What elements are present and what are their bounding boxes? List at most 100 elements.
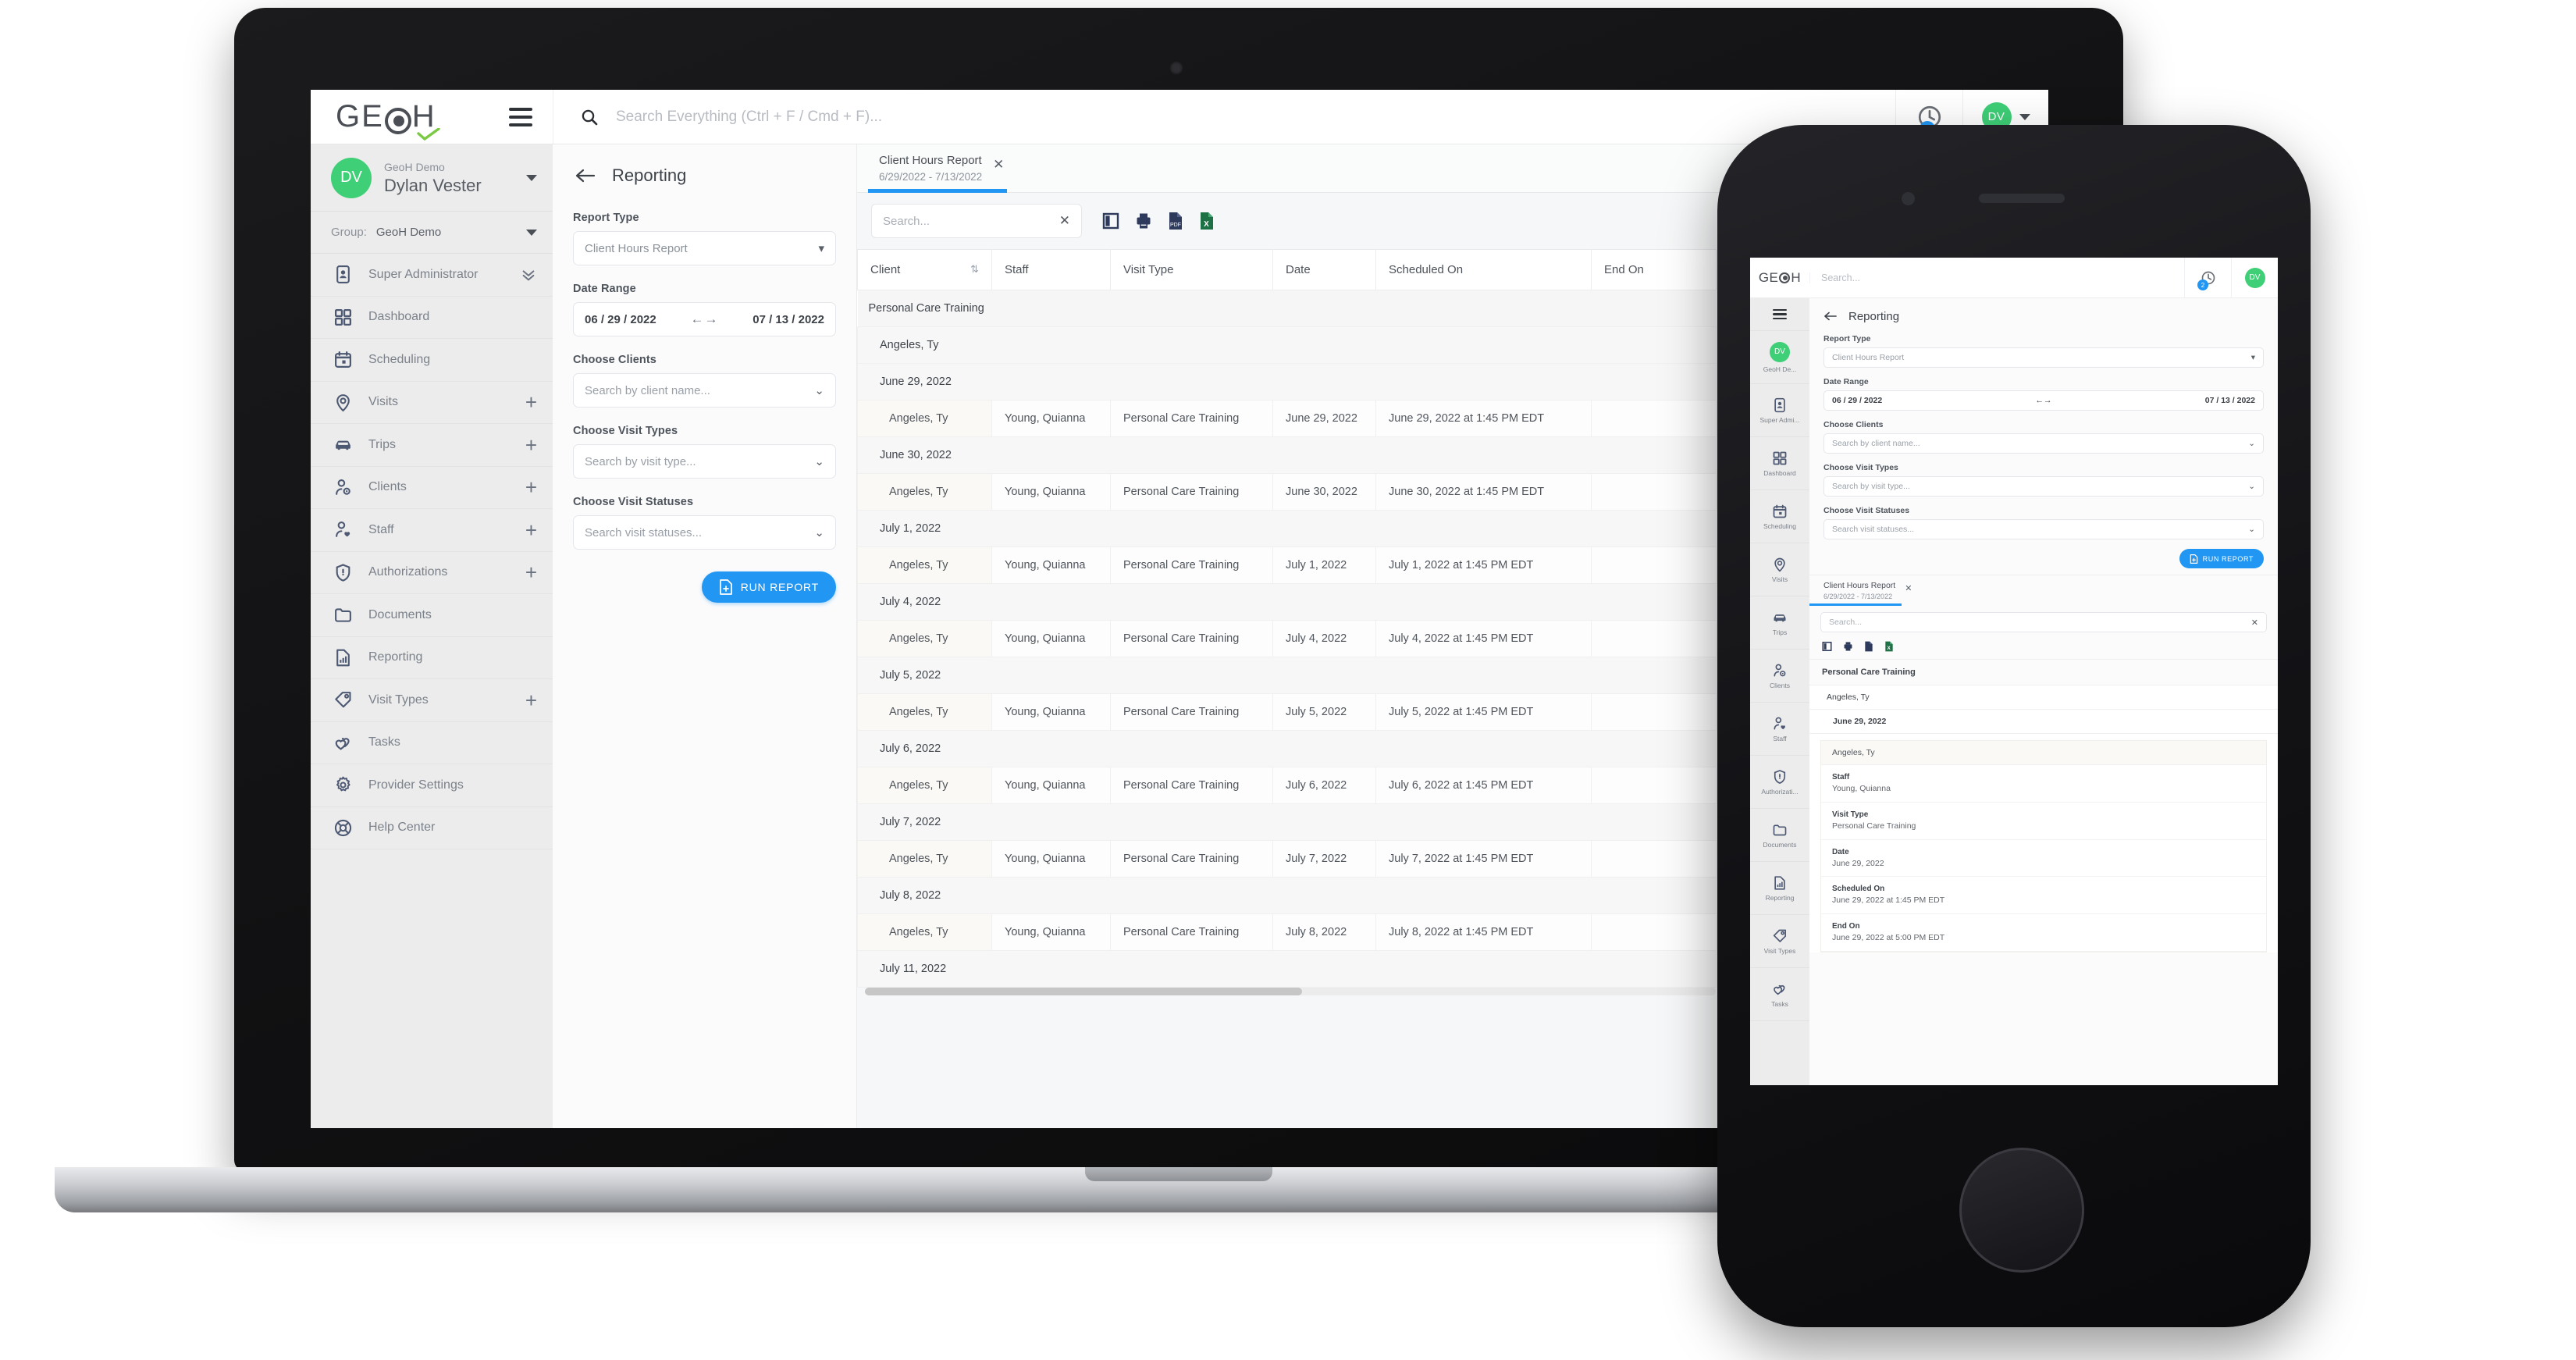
add-icon[interactable]: + <box>525 562 537 582</box>
add-icon[interactable]: + <box>525 435 537 455</box>
phone-rail-item-reporting[interactable]: Reporting <box>1750 862 1809 915</box>
date-start[interactable]: 06 / 29 / 2022 <box>1832 396 1882 405</box>
date-end[interactable]: 07 / 13 / 2022 <box>2205 396 2255 405</box>
table-row[interactable]: Angeles, Ty Young, Quianna Personal Care T… <box>857 400 1717 437</box>
column-header-scheduled-on[interactable]: Scheduled On <box>1375 249 1592 290</box>
date-start[interactable]: 06 / 29 / 2022 <box>585 313 656 326</box>
phone-search-input[interactable]: Search... <box>1809 272 2184 283</box>
arrow-left-icon[interactable] <box>1823 310 1838 322</box>
sidebar-item-visits[interactable]: Visits + <box>311 382 553 424</box>
columns-icon[interactable] <box>1102 212 1119 230</box>
visit-statuses-select[interactable]: Search visit statuses... ⌄ <box>1823 519 2264 539</box>
table-row[interactable]: Angeles, Ty Young, Quianna Personal Care T… <box>857 620 1717 657</box>
table-row[interactable]: Angeles, Ty Young, Quianna Personal Care T… <box>857 693 1717 731</box>
column-header-end-on[interactable]: End On <box>1591 249 1717 290</box>
sidebar-item-tasks[interactable]: Tasks <box>311 722 553 764</box>
sidebar-toggle-button[interactable] <box>509 107 532 126</box>
sort-icon[interactable]: ⇅ <box>970 263 979 276</box>
phone-recent-activity-button[interactable]: 2 <box>2184 258 2231 297</box>
phone-report-search-input[interactable]: Search... ✕ <box>1820 612 2267 632</box>
table-row[interactable]: Angeles, Ty Young, Quianna Personal Care T… <box>857 546 1717 584</box>
phone-rail-item-staff[interactable]: Staff <box>1750 703 1809 756</box>
phone-user-menu-button[interactable]: DV <box>2231 258 2278 297</box>
chevrons-down-icon[interactable] <box>520 266 537 283</box>
sidebar-item-scheduling[interactable]: Scheduling <box>311 339 553 382</box>
sidebar-item-authorizations[interactable]: Authorizations + <box>311 552 553 594</box>
phone-report-tab[interactable]: Client Hours Report 6/29/2022 - 7/13/202… <box>1809 575 2278 606</box>
phone-rail-item-visits[interactable]: Visits <box>1750 543 1809 596</box>
phone-run-report-button[interactable]: RUN REPORT <box>2179 549 2264 568</box>
sidebar-item-trips[interactable]: Trips + <box>311 424 553 467</box>
scrollbar-thumb[interactable] <box>865 988 1302 995</box>
sidebar-profile[interactable]: DV GeoH Demo Dylan Vester <box>311 144 553 212</box>
phone-rail-label: Trips <box>1772 628 1788 636</box>
report-search-input[interactable]: Search... ✕ <box>871 204 1082 238</box>
excel-icon[interactable]: X <box>1884 641 1894 652</box>
clear-search-icon[interactable]: ✕ <box>1059 213 1070 229</box>
pdf-icon[interactable] <box>1864 641 1873 652</box>
clients-select[interactable]: Search by client name... ⌄ <box>573 373 836 408</box>
print-icon[interactable] <box>1843 641 1853 652</box>
global-search-input[interactable]: Search Everything (Ctrl + F / Cmd + F)..… <box>616 109 882 126</box>
global-search[interactable]: Search Everything (Ctrl + F / Cmd + F)..… <box>553 90 1895 144</box>
phone-sidebar-toggle-button[interactable] <box>1750 298 1809 331</box>
clear-search-icon[interactable]: ✕ <box>2251 618 2258 628</box>
table-row[interactable]: Angeles, Ty Young, Quianna Personal Care T… <box>857 913 1717 951</box>
column-header-visit-type[interactable]: Visit Type <box>1110 249 1273 290</box>
add-icon[interactable]: + <box>525 520 537 540</box>
arrow-left-icon[interactable] <box>575 166 596 185</box>
columns-icon[interactable] <box>1822 641 1832 652</box>
phone-home-button[interactable] <box>1959 1148 2084 1273</box>
sidebar-item-clients[interactable]: Clients + <box>311 467 553 509</box>
run-report-button[interactable]: RUN REPORT <box>701 571 836 603</box>
table-row[interactable]: Angeles, Ty Young, Quianna Personal Care T… <box>857 473 1717 511</box>
table-row[interactable]: Angeles, Ty Young, Quianna Personal Care T… <box>857 840 1717 878</box>
visit-statuses-select[interactable]: Search visit statuses... ⌄ <box>573 515 836 550</box>
phone-rail-item-geoh-de-[interactable]: DV GeoH De... <box>1750 331 1809 384</box>
phone-rail-item-visit-types[interactable]: Visit Types <box>1750 915 1809 968</box>
column-header-staff[interactable]: Staff <box>991 249 1111 290</box>
sidebar-item-staff[interactable]: Staff + <box>311 509 553 552</box>
report-type-select[interactable]: Client Hours Report ▾ <box>1823 347 2264 368</box>
report-tab[interactable]: Client Hours Report 6/29/2022 - 7/13/202… <box>868 144 1016 193</box>
add-icon[interactable]: + <box>525 477 537 497</box>
date-range-input[interactable]: 06 / 29 / 2022 ←→ 07 / 13 / 2022 <box>573 302 836 336</box>
phone-rail-item-trips[interactable]: Trips <box>1750 596 1809 650</box>
excel-icon[interactable]: X <box>1199 212 1215 230</box>
sidebar-item-reporting[interactable]: Reporting <box>311 637 553 679</box>
date-end[interactable]: 07 / 13 / 2022 <box>753 313 824 326</box>
clients-select[interactable]: Search by client name... ⌄ <box>1823 433 2264 454</box>
horizontal-scrollbar[interactable] <box>865 988 1716 995</box>
date-range-input[interactable]: 06 / 29 / 2022 ←→ 07 / 13 / 2022 <box>1823 390 2264 411</box>
phone-detail-row: Staff Young, Quianna <box>1821 765 2266 803</box>
phone-rail-item-dashboard[interactable]: Dashboard <box>1750 437 1809 490</box>
phone-rail-item-super-admi-[interactable]: Super Admi... <box>1750 384 1809 437</box>
close-icon[interactable]: ✕ <box>1905 583 1912 606</box>
sidebar-item-dashboard[interactable]: Dashboard <box>311 297 553 339</box>
phone-report-search-placeholder: Search... <box>1829 618 1863 627</box>
add-icon[interactable]: + <box>525 392 537 412</box>
phone-rail-item-tasks[interactable]: Tasks <box>1750 968 1809 1021</box>
add-icon[interactable]: + <box>525 690 537 710</box>
column-header-client[interactable]: Client ⇅ <box>857 249 992 290</box>
visit-types-select[interactable]: Search by visit type... ⌄ <box>1823 476 2264 497</box>
sidebar-item-help-center[interactable]: Help Center <box>311 807 553 849</box>
phone-rail-item-documents[interactable]: Documents <box>1750 809 1809 862</box>
hearts-icon <box>335 737 350 750</box>
phone-rail-item-scheduling[interactable]: Scheduling <box>1750 490 1809 543</box>
sidebar-item-super-administrator[interactable]: Super Administrator <box>311 254 553 297</box>
print-icon[interactable] <box>1135 212 1152 230</box>
phone-record-card[interactable]: Angeles, Ty Staff Young, Quianna Visit Typ… <box>1820 740 2267 952</box>
report-type-select[interactable]: Client Hours Report ▾ <box>573 231 836 265</box>
visit-types-select[interactable]: Search by visit type... ⌄ <box>573 444 836 479</box>
close-icon[interactable]: ✕ <box>993 157 1004 173</box>
phone-rail-item-clients[interactable]: Clients <box>1750 650 1809 703</box>
phone-rail-item-authorizati-[interactable]: Authorizati... <box>1750 756 1809 809</box>
sidebar-item-documents[interactable]: Documents <box>311 594 553 637</box>
sidebar-item-provider-settings[interactable]: Provider Settings <box>311 764 553 807</box>
sidebar-item-visit-types[interactable]: Visit Types + <box>311 679 553 722</box>
pdf-icon[interactable]: PDF <box>1168 212 1183 230</box>
table-row[interactable]: Angeles, Ty Young, Quianna Personal Care T… <box>857 767 1717 804</box>
group-selector[interactable]: Group: GeoH Demo <box>311 212 553 254</box>
column-header-date[interactable]: Date <box>1272 249 1376 290</box>
